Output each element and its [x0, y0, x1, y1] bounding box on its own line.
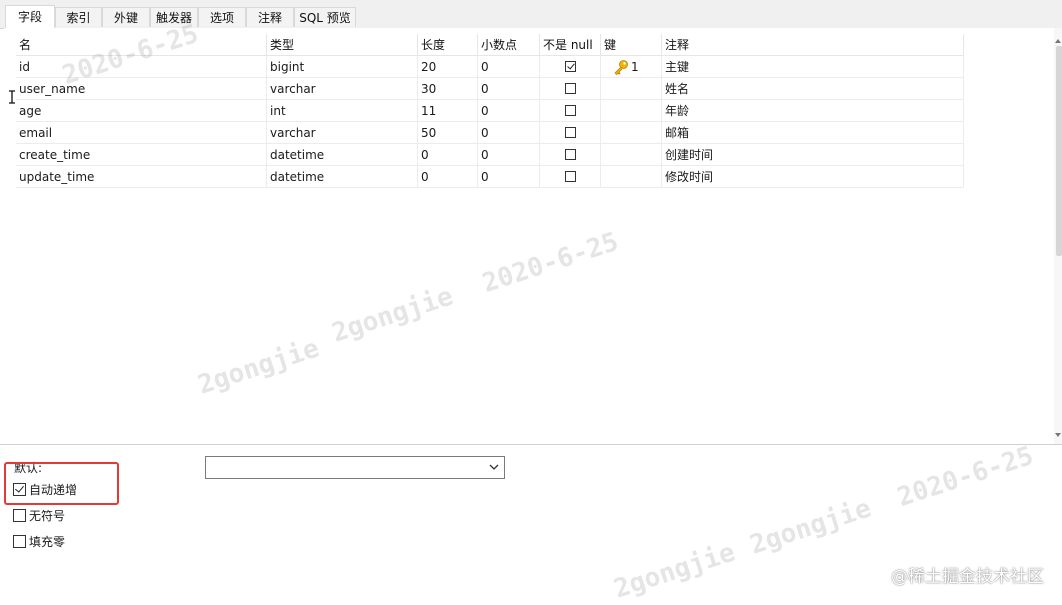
tab-indexes[interactable]: 索引: [55, 7, 102, 27]
chevron-down-icon: [489, 464, 499, 470]
not-null-checkbox[interactable]: [565, 105, 576, 116]
panel-divider[interactable]: [0, 444, 1062, 445]
key-order: 1: [631, 60, 639, 74]
field-key-cell[interactable]: [601, 166, 662, 188]
not-null-checkbox[interactable]: [565, 61, 576, 72]
tab-sql-preview[interactable]: SQL 预览: [294, 7, 356, 27]
field-name-cell[interactable]: update_time: [16, 166, 267, 188]
column-header-length[interactable]: 长度: [418, 34, 478, 56]
field-decimals-cell[interactable]: 0: [478, 100, 540, 122]
tab-triggers[interactable]: 触发器: [150, 7, 198, 27]
not-null-checkbox[interactable]: [565, 171, 576, 182]
not-null-checkbox[interactable]: [565, 83, 576, 94]
not-null-checkbox[interactable]: [565, 127, 576, 138]
field-decimals-cell[interactable]: 0: [478, 56, 540, 78]
watermark-author: 2gongjie: [610, 537, 739, 605]
field-length-cell[interactable]: 0: [418, 144, 478, 166]
fields-grid: 名 类型 长度 小数点 不是 null 键 注释 id bigint 20 0 …: [4, 28, 1054, 444]
field-type-cell[interactable]: varchar: [267, 78, 418, 100]
default-value-combobox[interactable]: [205, 456, 505, 479]
field-decimals-cell[interactable]: 0: [478, 78, 540, 100]
not-null-checkbox[interactable]: [565, 149, 576, 160]
field-comment-cell[interactable]: 主键: [662, 56, 964, 78]
column-header-decimals[interactable]: 小数点: [478, 34, 540, 56]
field-type-cell[interactable]: datetime: [267, 166, 418, 188]
unsigned-checkbox[interactable]: [13, 509, 26, 522]
field-comment-cell[interactable]: 年龄: [662, 100, 964, 122]
field-type-cell[interactable]: varchar: [267, 122, 418, 144]
field-name-cell[interactable]: age: [16, 100, 267, 122]
field-name-cell[interactable]: user_name: [16, 78, 267, 100]
field-length-cell[interactable]: 0: [418, 166, 478, 188]
field-key-cell[interactable]: [601, 144, 662, 166]
table-row[interactable]: update_time datetime 0 0 修改时间: [4, 166, 964, 188]
tab-options[interactable]: 选项: [198, 7, 246, 27]
watermark-date: 2020-6-25: [893, 440, 1038, 514]
field-length-cell[interactable]: 11: [418, 100, 478, 122]
field-type-cell[interactable]: int: [267, 100, 418, 122]
field-not-null-cell[interactable]: [540, 100, 601, 122]
field-name-cell[interactable]: email: [16, 122, 267, 144]
field-decimals-cell[interactable]: 0: [478, 144, 540, 166]
table-row[interactable]: email varchar 50 0 邮箱: [4, 122, 964, 144]
table-row[interactable]: user_name varchar 30 0 姓名: [4, 78, 964, 100]
key-icon: [614, 60, 628, 75]
column-header-name[interactable]: 名: [16, 34, 267, 56]
field-not-null-cell[interactable]: [540, 166, 601, 188]
highlight-box: [4, 462, 119, 505]
field-length-cell[interactable]: 30: [418, 78, 478, 100]
tab-comments[interactable]: 注释: [246, 7, 294, 27]
field-decimals-cell[interactable]: 0: [478, 166, 540, 188]
tab-foreign-keys[interactable]: 外键: [102, 7, 150, 27]
scroll-up-icon[interactable]: [1055, 38, 1061, 44]
column-header-not-null[interactable]: 不是 null: [540, 34, 601, 56]
table-row[interactable]: create_time datetime 0 0 创建时间: [4, 144, 964, 166]
table-row[interactable]: age int 11 0 年龄: [4, 100, 964, 122]
zerofill-label: 填充零: [29, 535, 66, 549]
field-not-null-cell[interactable]: [540, 144, 601, 166]
scroll-down-icon[interactable]: [1055, 432, 1061, 438]
table-row[interactable]: id bigint 20 0 1 主键: [4, 56, 964, 78]
tab-fields[interactable]: 字段: [5, 5, 55, 28]
field-key-cell[interactable]: [601, 78, 662, 100]
field-not-null-cell[interactable]: [540, 78, 601, 100]
field-key-cell[interactable]: [601, 122, 662, 144]
field-not-null-cell[interactable]: [540, 122, 601, 144]
tab-bar: 字段 索引 外键 触发器 选项 注释 SQL 预览: [0, 0, 1062, 29]
field-decimals-cell[interactable]: 0: [478, 122, 540, 144]
field-length-cell[interactable]: 20: [418, 56, 478, 78]
watermark-author: 2gongjie: [746, 493, 875, 561]
field-comment-cell[interactable]: 修改时间: [662, 166, 964, 188]
column-header-comment[interactable]: 注释: [662, 34, 964, 56]
field-type-cell[interactable]: bigint: [267, 56, 418, 78]
scrollbar-thumb[interactable]: [1056, 46, 1062, 256]
field-name-cell[interactable]: create_time: [16, 144, 267, 166]
site-watermark: @稀土掘金技术社区: [891, 567, 1044, 587]
field-type-cell[interactable]: datetime: [267, 144, 418, 166]
field-key-cell[interactable]: [601, 100, 662, 122]
field-not-null-cell[interactable]: [540, 56, 601, 78]
column-header-key[interactable]: 键: [601, 34, 662, 56]
field-key-cell[interactable]: 1: [601, 56, 662, 78]
field-name-cell[interactable]: id: [16, 56, 267, 78]
field-comment-cell[interactable]: 邮箱: [662, 122, 964, 144]
zerofill-checkbox[interactable]: [13, 535, 26, 548]
field-length-cell[interactable]: 50: [418, 122, 478, 144]
field-comment-cell[interactable]: 创建时间: [662, 144, 964, 166]
unsigned-label: 无符号: [29, 509, 66, 523]
column-header-type[interactable]: 类型: [267, 34, 418, 56]
field-comment-cell[interactable]: 姓名: [662, 78, 964, 100]
